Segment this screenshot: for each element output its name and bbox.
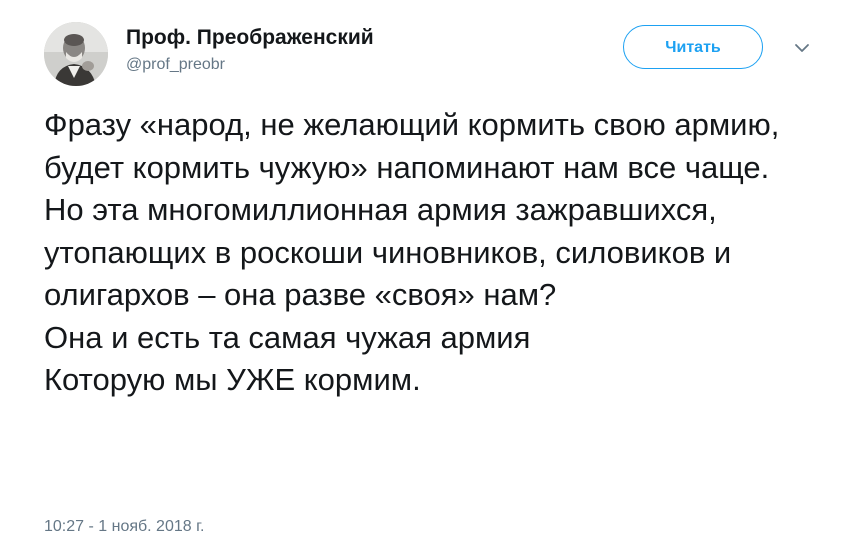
tweet-timestamp[interactable]: 10:27 - 1 нояб. 2018 г. [44, 516, 204, 538]
avatar-portrait-image [44, 22, 108, 86]
tweet-header: Проф. Преображенский @prof_preobr Читать [44, 22, 824, 86]
chevron-down-icon[interactable] [793, 39, 811, 57]
tweet-card: Проф. Преображенский @prof_preobr Читать… [0, 0, 862, 553]
user-info: Проф. Преображенский @prof_preobr [126, 26, 374, 76]
display-name[interactable]: Проф. Преображенский [126, 26, 374, 50]
follow-button[interactable]: Читать [623, 25, 763, 69]
tweet-text: Фразу «народ, не желающий кормить свою а… [44, 107, 780, 397]
avatar[interactable] [44, 22, 108, 86]
user-handle[interactable]: @prof_preobr [126, 54, 374, 76]
